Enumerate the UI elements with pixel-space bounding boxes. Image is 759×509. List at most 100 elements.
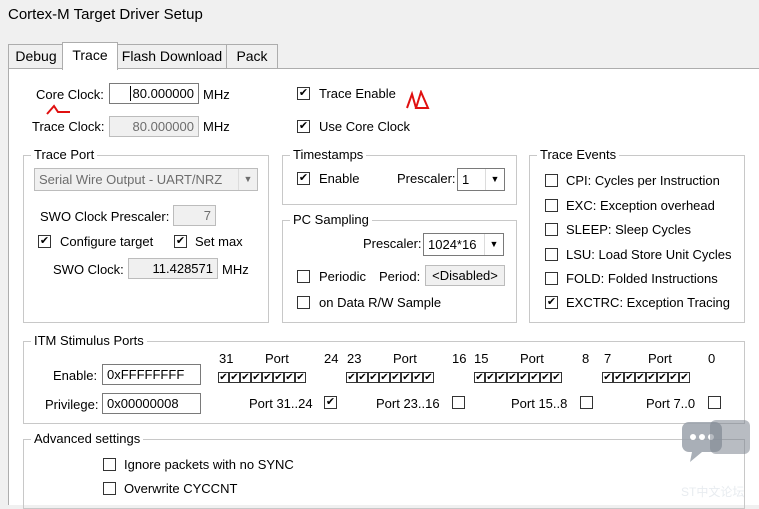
- timestamps-prescaler-label: Prescaler:: [397, 171, 456, 186]
- configure-target-label: Configure target: [60, 234, 154, 249]
- tab-flash-download[interactable]: Flash Download: [117, 44, 227, 68]
- port-bit-checkbox[interactable]: ✔: [657, 372, 668, 383]
- exctrc-label: EXCTRC: Exception Tracing: [566, 295, 731, 310]
- port-bit-checkbox[interactable]: ✔: [529, 372, 540, 383]
- port-bit-checkbox[interactable]: ✔: [624, 372, 635, 383]
- pc-prescaler-select[interactable]: 1024*16 ▼: [423, 233, 504, 256]
- swo-clock-value[interactable]: 11.428571: [128, 258, 218, 279]
- port-bit-checkbox[interactable]: ✔: [602, 372, 613, 383]
- port-bit-checkbox[interactable]: ✔: [507, 372, 518, 383]
- swo-prescaler-input[interactable]: 7: [173, 205, 216, 226]
- priv-port-31-24-checkbox[interactable]: ✔: [324, 396, 337, 409]
- itm-enable-input[interactable]: 0xFFFFFFFF: [102, 364, 201, 385]
- port-bit-checkbox[interactable]: ✔: [240, 372, 251, 383]
- pc-prescaler-label: Prescaler:: [363, 236, 422, 251]
- port-bit-checkbox[interactable]: ✔: [368, 372, 379, 383]
- port-bit-checkbox[interactable]: ✔: [357, 372, 368, 383]
- data-rw-sample-checkbox[interactable]: [297, 296, 310, 309]
- ignore-sync-checkbox[interactable]: [103, 458, 116, 471]
- chat-bubble-icon: [682, 420, 750, 462]
- period-value[interactable]: <Disabled>: [425, 265, 505, 286]
- port-bit-checkbox[interactable]: ✔: [540, 372, 551, 383]
- trace-port-select[interactable]: Serial Wire Output - UART/NRZ ▼: [34, 168, 258, 191]
- data-rw-sample-label: on Data R/W Sample: [319, 295, 442, 310]
- priv-port-15-8-checkbox[interactable]: [580, 396, 593, 409]
- port-bit-checkbox[interactable]: ✔: [613, 372, 624, 383]
- port-range-low: 24: [324, 351, 339, 366]
- port-bit-checkbox[interactable]: ✔: [474, 372, 485, 383]
- exc-checkbox[interactable]: [545, 199, 558, 212]
- port-header: Port: [648, 351, 672, 366]
- port-bit-checkbox[interactable]: ✔: [551, 372, 562, 383]
- port-bit-checkbox[interactable]: ✔: [485, 372, 496, 383]
- port-bit-checkbox[interactable]: ✔: [295, 372, 306, 383]
- trace-clock-input[interactable]: 80.000000: [109, 116, 199, 137]
- itm-title: ITM Stimulus Ports: [31, 333, 147, 348]
- port-bit-checkbox[interactable]: ✔: [412, 372, 423, 383]
- port-bits-15-8: ✔ ✔ ✔ ✔ ✔ ✔ ✔ ✔: [474, 372, 562, 385]
- priv-port-7-0-checkbox[interactable]: [708, 396, 721, 409]
- overwrite-cyccnt-checkbox[interactable]: [103, 482, 116, 495]
- port-bit-checkbox[interactable]: ✔: [635, 372, 646, 383]
- tab-bar: Debug Trace Flash Download Pack: [0, 0, 759, 70]
- timestamps-title: Timestamps: [290, 147, 367, 162]
- set-max-checkbox[interactable]: ✔: [174, 235, 187, 248]
- port-bit-checkbox[interactable]: ✔: [251, 372, 262, 383]
- trace-port-select-value: Serial Wire Output - UART/NRZ: [39, 172, 223, 187]
- timestamps-enable-checkbox[interactable]: ✔: [297, 172, 310, 185]
- cpi-checkbox[interactable]: [545, 174, 558, 187]
- core-clock-input[interactable]: 80.000000: [109, 83, 199, 104]
- port-header: Port: [265, 351, 289, 366]
- port-bit-checkbox[interactable]: ✔: [229, 372, 240, 383]
- swo-clock-unit: MHz: [222, 262, 249, 277]
- port-bit-checkbox[interactable]: ✔: [390, 372, 401, 383]
- port-bit-checkbox[interactable]: ✔: [273, 372, 284, 383]
- port-bit-checkbox[interactable]: ✔: [646, 372, 657, 383]
- timestamps-prescaler-select[interactable]: 1 ▼: [457, 168, 505, 191]
- core-clock-unit: MHz: [203, 87, 230, 102]
- red-annotation-mark: [406, 90, 430, 109]
- use-core-clock-checkbox[interactable]: ✔: [297, 120, 310, 133]
- priv-port-31-24-label: Port 31..24: [249, 396, 313, 411]
- lsu-label: LSU: Load Store Unit Cycles: [566, 247, 732, 262]
- pc-sampling-title: PC Sampling: [290, 212, 372, 227]
- port-range-low: 0: [708, 351, 716, 366]
- fold-checkbox[interactable]: [545, 272, 558, 285]
- swo-clock-label: SWO Clock:: [53, 262, 124, 277]
- port-bit-checkbox[interactable]: ✔: [518, 372, 529, 383]
- itm-enable-label: Enable:: [53, 368, 98, 383]
- exctrc-checkbox[interactable]: ✔: [545, 296, 558, 309]
- port-range-high: 31: [219, 351, 234, 366]
- port-bit-checkbox[interactable]: ✔: [496, 372, 507, 383]
- lsu-checkbox[interactable]: [545, 248, 558, 261]
- sleep-label: SLEEP: Sleep Cycles: [566, 222, 692, 237]
- configure-target-checkbox[interactable]: ✔: [38, 235, 51, 248]
- tab-debug[interactable]: Debug: [8, 44, 64, 68]
- itm-privilege-input[interactable]: 0x00000008: [102, 393, 201, 414]
- priv-port-23-16-checkbox[interactable]: [452, 396, 465, 409]
- port-bits-31-24: ✔ ✔ ✔ ✔ ✔ ✔ ✔ ✔: [218, 372, 306, 385]
- trace-events-title: Trace Events: [537, 147, 620, 162]
- port-bit-checkbox[interactable]: ✔: [423, 372, 434, 383]
- priv-port-7-0-label: Port 7..0: [646, 396, 696, 411]
- watermark-subtitle: ST中文论坛: [681, 485, 745, 499]
- timestamps-enable-label: Enable: [319, 171, 360, 186]
- port-bit-checkbox[interactable]: ✔: [668, 372, 679, 383]
- port-range-high: 15: [474, 351, 489, 366]
- port-bit-checkbox[interactable]: ✔: [379, 372, 390, 383]
- chevron-down-icon: ▼: [238, 169, 257, 190]
- sleep-checkbox[interactable]: [545, 223, 558, 236]
- port-bit-checkbox[interactable]: ✔: [679, 372, 690, 383]
- port-bit-checkbox[interactable]: ✔: [284, 372, 295, 383]
- port-bit-checkbox[interactable]: ✔: [218, 372, 229, 383]
- tab-pack[interactable]: Pack: [226, 44, 278, 68]
- port-bit-checkbox[interactable]: ✔: [262, 372, 273, 383]
- trace-clock-label: Trace Clock:: [32, 119, 105, 134]
- port-bit-checkbox[interactable]: ✔: [346, 372, 357, 383]
- port-range-low: 16: [452, 351, 467, 366]
- periodic-checkbox[interactable]: [297, 270, 310, 283]
- trace-enable-checkbox[interactable]: ✔: [297, 87, 310, 100]
- text-caret: [130, 86, 131, 101]
- tab-trace[interactable]: Trace: [62, 42, 118, 70]
- port-bit-checkbox[interactable]: ✔: [401, 372, 412, 383]
